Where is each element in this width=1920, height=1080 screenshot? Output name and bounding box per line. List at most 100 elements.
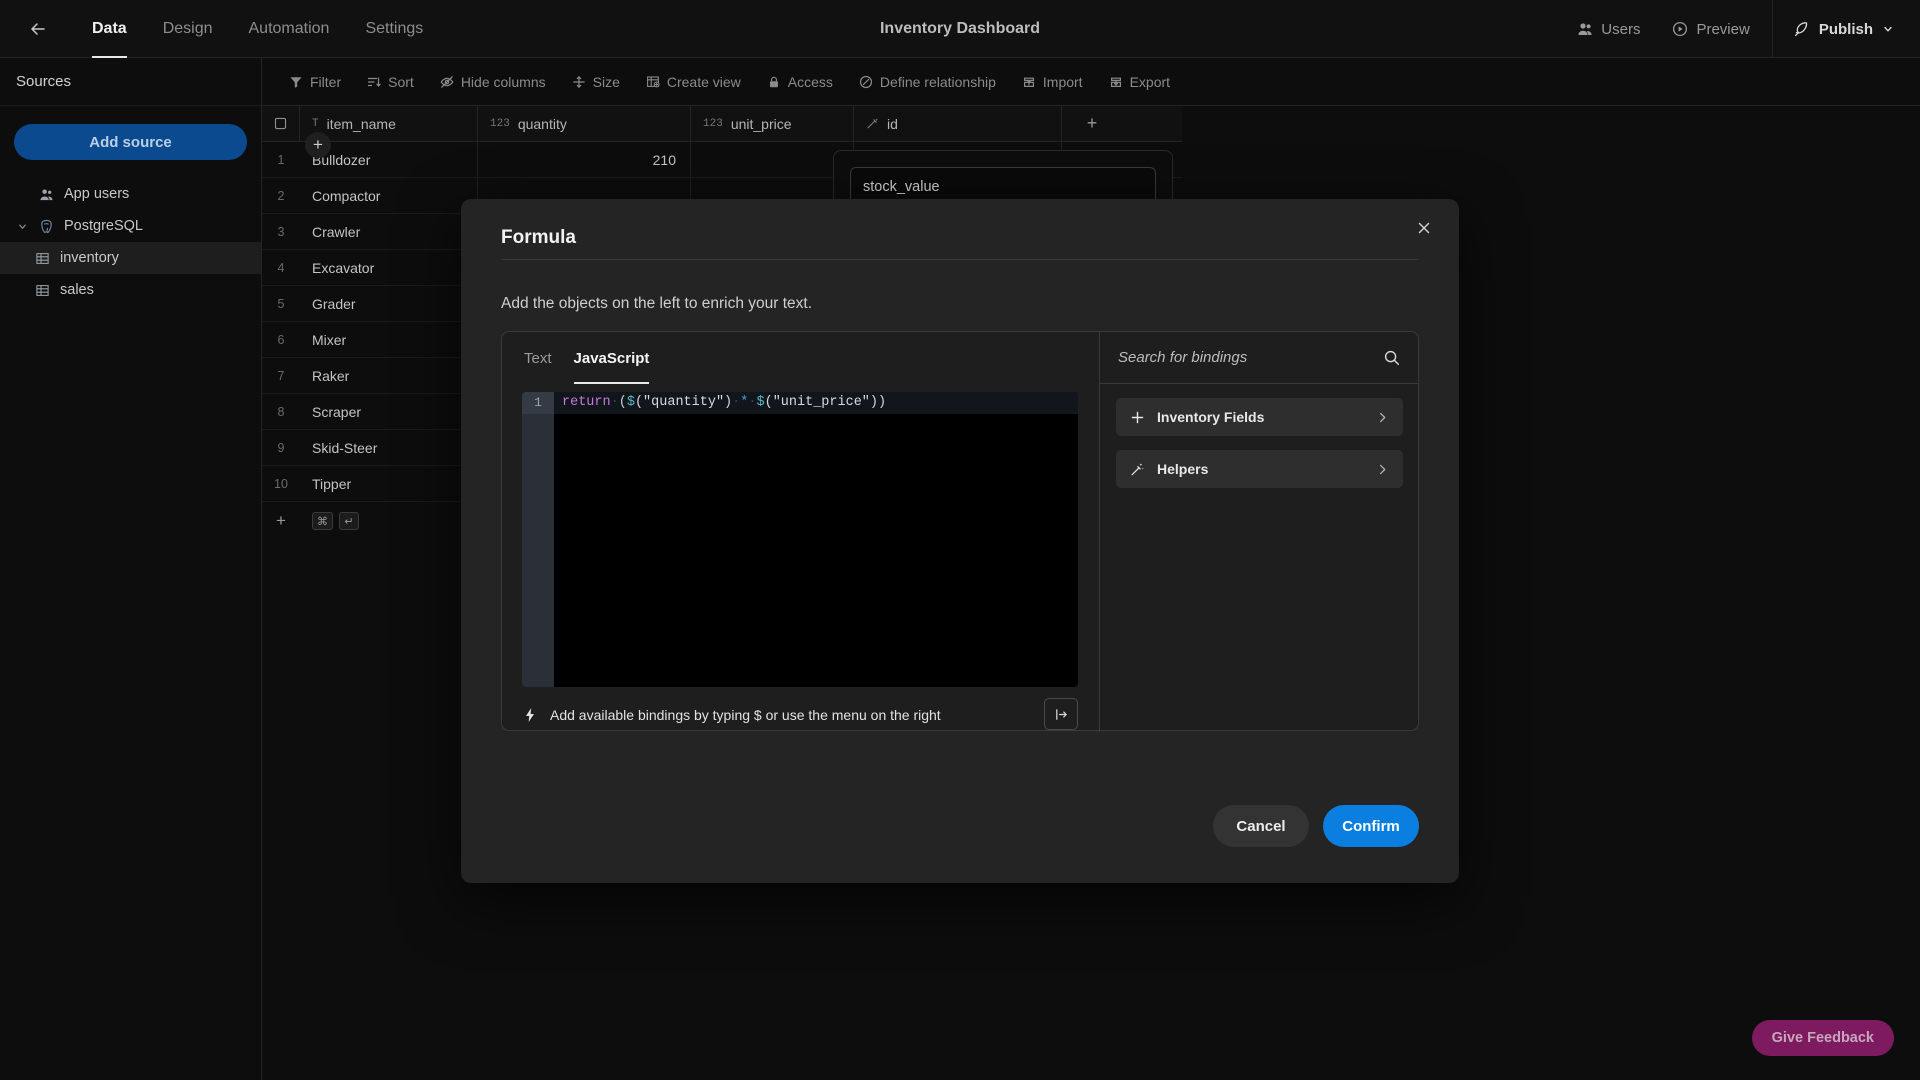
- preview-button[interactable]: Preview: [1656, 0, 1765, 58]
- size-label: Size: [592, 73, 620, 90]
- code-line-1[interactable]: return·($("quantity")·*·$("unit_price")): [554, 392, 1078, 414]
- confirm-button[interactable]: Confirm: [1323, 805, 1419, 847]
- preview-label: Preview: [1696, 20, 1750, 38]
- rocket-icon: [1793, 21, 1810, 38]
- column-header-id[interactable]: id: [854, 106, 1062, 141]
- define-relationship-button[interactable]: Define relationship: [848, 67, 1007, 97]
- cell-quantity[interactable]: 210: [478, 142, 691, 177]
- cell-item-name[interactable]: Compactor: [300, 178, 478, 213]
- bindings-search-row: [1100, 332, 1419, 384]
- cell-item-name[interactable]: Scraper: [300, 394, 478, 429]
- code-token-keyword: return: [562, 395, 611, 410]
- sources-heading: Sources: [0, 58, 261, 106]
- cell-unit-price[interactable]: [691, 142, 854, 177]
- import-icon: [1022, 75, 1036, 89]
- search-icon[interactable]: [1383, 349, 1401, 367]
- select-all-checkbox[interactable]: [262, 106, 300, 141]
- binding-group-inventory-fields[interactable]: Inventory Fields: [1116, 398, 1403, 436]
- add-column-button[interactable]: +: [1062, 106, 1122, 141]
- sidebar-item-app-users[interactable]: App users: [0, 178, 261, 210]
- nav-tab-automation[interactable]: Automation: [231, 0, 348, 58]
- play-circle-icon: [1672, 21, 1688, 37]
- cell-item-name[interactable]: Mixer: [300, 322, 478, 357]
- tab-text[interactable]: Text: [524, 332, 552, 384]
- formula-panel: Text JavaScript 1 return·($("quantity")·…: [501, 331, 1419, 732]
- export-label: Export: [1129, 73, 1171, 90]
- modal-subtitle: Add the objects on the left to enrich yo…: [501, 295, 813, 312]
- column-header-item-name-label: item_name: [326, 115, 396, 132]
- export-button[interactable]: Export: [1098, 67, 1181, 97]
- cell-item-name[interactable]: Excavator: [300, 250, 478, 285]
- relationship-icon: [859, 75, 873, 89]
- create-view-button[interactable]: Create view: [635, 67, 752, 97]
- back-arrow-icon[interactable]: [16, 0, 60, 58]
- import-button[interactable]: Import: [1011, 67, 1094, 97]
- binding-group-helpers[interactable]: Helpers: [1116, 450, 1403, 488]
- magic-wand-icon: [1130, 462, 1145, 477]
- text-icon: T: [312, 117, 319, 130]
- cell-item-name[interactable]: Tipper: [300, 466, 478, 501]
- primary-nav-tabs: Data Design Automation Settings: [74, 0, 441, 58]
- close-icon[interactable]: [1409, 213, 1439, 243]
- number-icon: 123: [490, 117, 510, 130]
- filter-label: Filter: [310, 73, 342, 90]
- cancel-button[interactable]: Cancel: [1213, 805, 1309, 847]
- expand-editor-button[interactable]: [1044, 698, 1078, 730]
- sidebar-item-app-users-label: App users: [64, 186, 130, 202]
- cell-item-name[interactable]: Raker: [300, 358, 478, 393]
- row-index: 10: [274, 476, 288, 491]
- code-editor[interactable]: 1 return·($("quantity")·*·$("unit_price"…: [522, 392, 1078, 687]
- column-header-unit-price[interactable]: 123 unit_price: [691, 106, 854, 141]
- app-root: Data Design Automation Settings Inventor…: [0, 0, 1920, 1080]
- postgres-icon: [38, 218, 54, 234]
- chevron-down-icon: [1882, 23, 1894, 35]
- cell-item-name[interactable]: Skid-Steer: [300, 430, 478, 465]
- sidebar-item-inventory[interactable]: inventory: [0, 242, 261, 274]
- row-index: 2: [277, 188, 285, 203]
- nav-tab-automation-label: Automation: [248, 19, 330, 37]
- table-icon: [34, 250, 50, 266]
- modal-actions: Cancel Confirm: [1213, 805, 1419, 847]
- cell-item-name[interactable]: Grader: [300, 286, 478, 321]
- grid-header-row: T item_name 123 quantity 123 unit_price …: [262, 106, 1182, 142]
- row-index: 6: [277, 332, 285, 347]
- nav-tab-data[interactable]: Data: [74, 0, 145, 58]
- row-height-icon: [572, 75, 586, 89]
- access-label: Access: [787, 73, 833, 90]
- lock-icon: [767, 75, 781, 89]
- filter-icon: [289, 75, 303, 89]
- tab-javascript[interactable]: JavaScript: [573, 332, 649, 384]
- add-source-button[interactable]: Add source: [14, 124, 247, 160]
- row-index: 1: [277, 152, 285, 167]
- users-icon: [1577, 21, 1593, 37]
- sort-icon: [367, 75, 381, 89]
- add-source-label: Add source: [89, 133, 172, 151]
- give-feedback-button[interactable]: Give Feedback: [1751, 1020, 1894, 1056]
- nav-tab-design-label: Design: [162, 19, 213, 37]
- publish-button[interactable]: Publish: [1779, 0, 1920, 58]
- row-index: 5: [277, 296, 285, 311]
- add-row-plus-icon[interactable]: +: [262, 511, 300, 531]
- nav-tab-design[interactable]: Design: [145, 0, 231, 58]
- modal-divider: [501, 259, 1419, 260]
- sidebar-item-postgresql[interactable]: PostgreSQL: [0, 210, 261, 242]
- code-token-string-unit-price: ("unit_price")): [764, 395, 887, 410]
- nav-tab-settings[interactable]: Settings: [347, 0, 441, 58]
- column-header-quantity-label: quantity: [517, 115, 567, 132]
- sidebar-item-sales[interactable]: sales: [0, 274, 261, 306]
- chevron-down-icon[interactable]: [16, 221, 28, 232]
- hide-columns-button[interactable]: Hide columns: [429, 67, 557, 97]
- size-button[interactable]: Size: [561, 67, 631, 97]
- cell-item-name[interactable]: Crawler: [300, 214, 478, 249]
- nav-tab-settings-label: Settings: [365, 19, 424, 37]
- define-relationship-label: Define relationship: [879, 73, 996, 90]
- filter-button[interactable]: Filter: [278, 67, 352, 97]
- access-button[interactable]: Access: [756, 67, 844, 97]
- code-area[interactable]: return·($("quantity")·*·$("unit_price")): [554, 392, 1078, 687]
- users-button[interactable]: Users: [1561, 0, 1656, 58]
- sort-button[interactable]: Sort: [356, 67, 425, 97]
- confirm-label: Confirm: [1342, 817, 1400, 835]
- column-header-quantity[interactable]: 123 quantity: [478, 106, 691, 141]
- insert-column-plus-button[interactable]: +: [305, 132, 331, 158]
- bindings-search-input[interactable]: [1118, 349, 1383, 366]
